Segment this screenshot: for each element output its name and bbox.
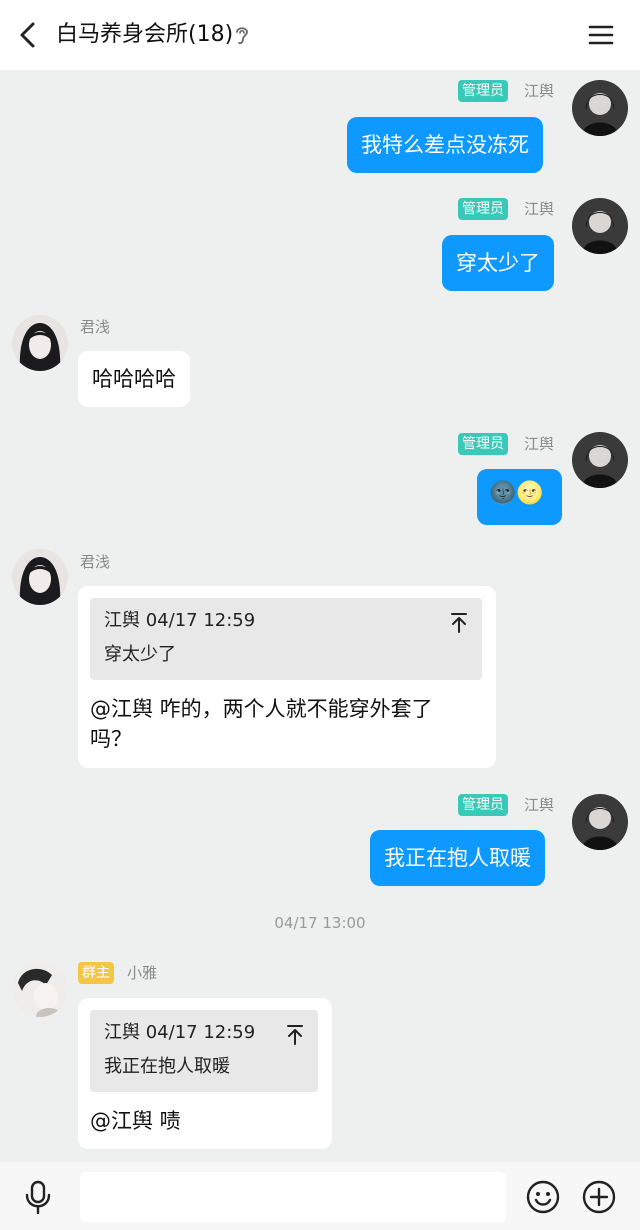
avatar[interactable] — [12, 315, 68, 371]
message-bubble[interactable]: 穿太少了 — [442, 235, 554, 291]
avatar[interactable] — [572, 80, 628, 136]
chat-title[interactable]: 白马养身会所(18) — [56, 20, 233, 50]
back-icon[interactable] — [14, 20, 44, 50]
admin-badge: 管理员 — [458, 80, 508, 102]
avatar[interactable] — [572, 794, 628, 850]
message-text: @江舆 啧 — [90, 1109, 181, 1133]
quoted-message[interactable]: 江舆 04/17 12:59 我正在抱人取暖 — [90, 1010, 318, 1092]
jump-to-quote-icon[interactable] — [450, 612, 468, 634]
sender-name: 江舆 — [524, 435, 555, 453]
reply-message-bubble[interactable]: 江舆 04/17 12:59 穿太少了 @江舆 咋的，两个人就不能穿外套了 吗？ — [78, 586, 496, 768]
mic-icon[interactable] — [22, 1180, 54, 1215]
avatar[interactable] — [572, 432, 628, 488]
sender-name: 江舆 — [524, 82, 555, 100]
message-text-line: 吗？ — [90, 727, 132, 751]
avatar[interactable] — [12, 549, 68, 605]
plus-icon[interactable] — [582, 1180, 616, 1214]
sender-name: 君浅 — [80, 553, 111, 571]
sender-name: 小雅 — [127, 964, 158, 982]
ear-icon[interactable] — [234, 24, 250, 46]
message-bubble[interactable]: 我正在抱人取暖 — [370, 830, 545, 886]
message-input[interactable] — [80, 1172, 506, 1222]
admin-badge: 管理员 — [458, 794, 508, 816]
emoji-icon[interactable] — [526, 1180, 560, 1214]
menu-icon[interactable] — [586, 20, 616, 50]
quote-meta: 江舆 04/17 12:59 — [104, 1022, 256, 1043]
quoted-message[interactable]: 江舆 04/17 12:59 穿太少了 — [90, 598, 482, 680]
sender-name: 君浅 — [80, 318, 111, 336]
admin-badge: 管理员 — [458, 198, 508, 220]
avatar[interactable] — [572, 198, 628, 254]
message-text: @江舆 咋的，两个人就不能穿外套了 吗？ — [90, 694, 484, 754]
owner-badge: 群主 — [78, 962, 114, 984]
jump-to-quote-icon[interactable] — [286, 1024, 304, 1046]
reply-message-bubble[interactable]: 江舆 04/17 12:59 我正在抱人取暖 @江舆 啧 — [78, 998, 332, 1149]
sender-name: 江舆 — [524, 200, 555, 218]
avatar[interactable] — [12, 961, 68, 1017]
input-bar — [0, 1162, 640, 1230]
quote-meta: 江舆 04/17 12:59 — [104, 610, 256, 631]
emoji-message-bubble[interactable]: 🌚🌝 — [477, 469, 562, 525]
sender-name: 江舆 — [524, 796, 555, 814]
message-text-line: @江舆 咋的，两个人就不能穿外套了 — [90, 697, 433, 721]
quote-text: 穿太少了 — [104, 644, 176, 665]
chat-header: 白马养身会所(18) — [0, 0, 640, 70]
message-timestamp: 04/17 13:00 — [274, 914, 366, 932]
message-bubble[interactable]: 哈哈哈哈 — [78, 351, 190, 407]
quote-text: 我正在抱人取暖 — [104, 1056, 230, 1077]
message-bubble[interactable]: 我特么差点没冻死 — [347, 117, 543, 173]
admin-badge: 管理员 — [458, 433, 508, 455]
